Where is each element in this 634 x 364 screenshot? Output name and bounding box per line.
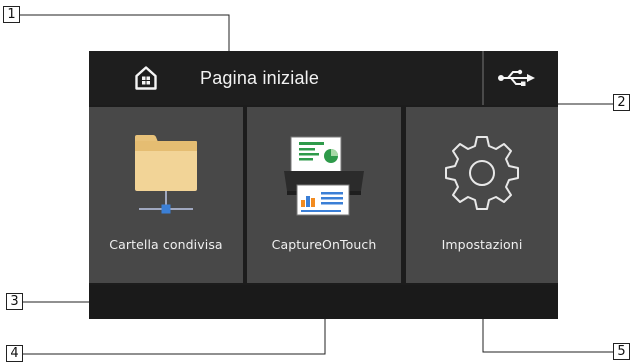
callout-3: 3 bbox=[6, 293, 23, 310]
callout-1: 1 bbox=[3, 6, 20, 23]
tile-settings[interactable]: Impostazioni bbox=[406, 107, 558, 283]
header-bar: Pagina iniziale bbox=[89, 51, 558, 105]
header-divider bbox=[482, 51, 484, 105]
bottom-bar bbox=[89, 285, 558, 319]
tile-shared-folder[interactable]: Cartella condivisa bbox=[89, 107, 243, 283]
callout-2: 2 bbox=[613, 94, 630, 111]
page-title: Pagina iniziale bbox=[200, 68, 320, 88]
usb-icon[interactable] bbox=[497, 68, 537, 88]
home-icon[interactable] bbox=[135, 66, 157, 90]
tile-captureontouch[interactable]: CaptureOnTouch bbox=[247, 107, 401, 283]
tile-label-captureontouch: CaptureOnTouch bbox=[271, 237, 377, 252]
shared-folder-icon bbox=[135, 135, 197, 214]
device-screen: Pagina iniziale Cartella condivisa Captu… bbox=[89, 51, 558, 319]
tile-label-settings: Impostazioni bbox=[441, 237, 523, 252]
callout-4: 4 bbox=[6, 345, 23, 362]
scanner-icon bbox=[284, 136, 364, 216]
tile-label-shared-folder: Cartella condivisa bbox=[109, 237, 223, 252]
callout-5: 5 bbox=[613, 343, 630, 360]
gear-icon bbox=[445, 136, 519, 210]
